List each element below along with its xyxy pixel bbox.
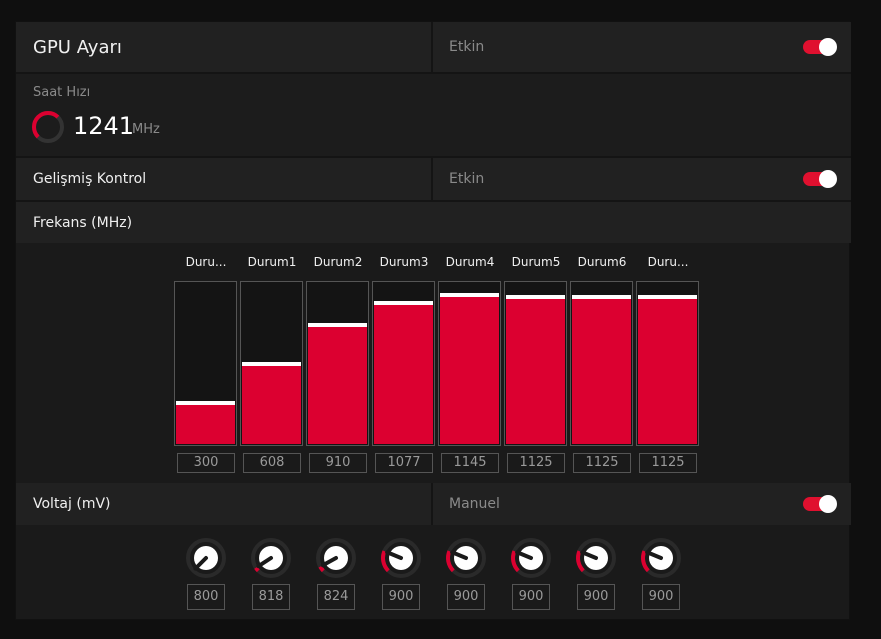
frequency-state-label: Durum1 xyxy=(247,255,297,269)
frequency-state-label: Durum4 xyxy=(445,255,495,269)
toggle-knob xyxy=(819,495,837,513)
clock-gauge-icon xyxy=(32,111,64,143)
gpu-tuning-title: GPU Ayarı xyxy=(33,36,122,58)
frequency-state-fill xyxy=(440,297,499,444)
frequency-state-label: Durum5 xyxy=(511,255,561,269)
frequency-state-label: Durum3 xyxy=(379,255,429,269)
frequency-state-slider[interactable] xyxy=(504,281,567,446)
voltage-value-input[interactable]: 824 xyxy=(317,584,355,610)
voltage-knobs: 800 818 824 900 900 900 900 900 xyxy=(16,525,851,621)
frequency-state-slider[interactable] xyxy=(240,281,303,446)
voltage-value-input[interactable]: 900 xyxy=(642,584,680,610)
frequency-title: Frekans (MHz) xyxy=(33,214,133,231)
frequency-state-fill xyxy=(374,305,433,444)
clock-speed-unit: MHz xyxy=(132,122,160,137)
frequency-state-handle[interactable] xyxy=(308,323,367,327)
frequency-state-value-input[interactable]: 1125 xyxy=(573,453,631,473)
gpu-tuning-status: Etkin xyxy=(449,39,485,55)
frequency-state-value-input[interactable]: 300 xyxy=(177,453,235,473)
frequency-state-slider[interactable] xyxy=(636,281,699,446)
voltage-dial-icon[interactable] xyxy=(510,537,552,579)
frequency-state-value-input[interactable]: 1145 xyxy=(441,453,499,473)
frequency-states: Duru... 300 Durum1 608 Durum2 910 Durum3 1077 Du… xyxy=(16,243,851,483)
toggle-knob xyxy=(819,170,837,188)
frequency-state-fill xyxy=(572,299,631,444)
voltage-header-row: Voltaj (mV) Manuel xyxy=(16,483,851,525)
frequency-state-value-input[interactable]: 1077 xyxy=(375,453,433,473)
voltage-mode: Manuel xyxy=(449,496,500,512)
voltage-value-input[interactable]: 818 xyxy=(252,584,290,610)
voltage-value-input[interactable]: 800 xyxy=(187,584,225,610)
frequency-state-value-input[interactable]: 608 xyxy=(243,453,301,473)
frequency-state-slider[interactable] xyxy=(372,281,435,446)
frequency-state-handle[interactable] xyxy=(506,295,565,299)
voltage-dial-icon[interactable] xyxy=(185,537,227,579)
frequency-state-slider[interactable] xyxy=(438,281,501,446)
voltage-value-input[interactable]: 900 xyxy=(382,584,420,610)
voltage-value-input[interactable]: 900 xyxy=(512,584,550,610)
frequency-header-row: Frekans (MHz) xyxy=(16,202,851,243)
frequency-state-label: Duru... xyxy=(185,255,227,269)
frequency-state-handle[interactable] xyxy=(374,301,433,305)
clock-speed-label: Saat Hızı xyxy=(33,85,91,100)
frequency-state-label: Durum2 xyxy=(313,255,363,269)
toggle-knob xyxy=(819,38,837,56)
frequency-state-value-input[interactable]: 1125 xyxy=(639,453,697,473)
frequency-state-fill xyxy=(308,327,367,444)
frequency-state-handle[interactable] xyxy=(572,295,631,299)
frequency-state-handle[interactable] xyxy=(242,362,301,366)
voltage-dial-icon[interactable] xyxy=(380,537,422,579)
frequency-state-handle[interactable] xyxy=(440,293,499,297)
voltage-manual-toggle[interactable] xyxy=(803,495,837,513)
gpu-settings-panel: GPU Ayarı Etkin Saat Hızı 1241 MHz Geliş… xyxy=(15,21,851,621)
voltage-dial-icon[interactable] xyxy=(315,537,357,579)
frequency-state-fill xyxy=(242,366,301,444)
advanced-control-title: Gelişmiş Kontrol xyxy=(33,171,147,187)
frequency-state-label: Duru... xyxy=(647,255,689,269)
clock-speed-row: Saat Hızı 1241 MHz xyxy=(16,74,851,156)
frequency-state-slider[interactable] xyxy=(306,281,369,446)
voltage-title: Voltaj (mV) xyxy=(33,496,111,512)
advanced-control-toggle[interactable] xyxy=(803,170,837,188)
frequency-state-value-input[interactable]: 1125 xyxy=(507,453,565,473)
voltage-value-input[interactable]: 900 xyxy=(577,584,615,610)
frequency-state-label: Durum6 xyxy=(577,255,627,269)
voltage-value-input[interactable]: 900 xyxy=(447,584,485,610)
frequency-state-fill xyxy=(176,405,235,444)
clock-speed-value: 1241 xyxy=(73,112,135,140)
frequency-state-slider[interactable] xyxy=(570,281,633,446)
frequency-state-fill xyxy=(506,299,565,444)
frequency-state-value-input[interactable]: 910 xyxy=(309,453,367,473)
voltage-dial-icon[interactable] xyxy=(575,537,617,579)
gpu-tuning-row: GPU Ayarı Etkin xyxy=(16,22,851,72)
voltage-dial-icon[interactable] xyxy=(640,537,682,579)
advanced-control-status: Etkin xyxy=(449,171,485,187)
advanced-control-row: Gelişmiş Kontrol Etkin xyxy=(16,158,851,200)
frequency-state-fill xyxy=(638,299,697,444)
voltage-dial-icon[interactable] xyxy=(250,537,292,579)
voltage-dial-icon[interactable] xyxy=(445,537,487,579)
frequency-state-handle[interactable] xyxy=(638,295,697,299)
frequency-state-handle[interactable] xyxy=(176,401,235,405)
frequency-state-slider[interactable] xyxy=(174,281,237,446)
gpu-tuning-toggle[interactable] xyxy=(803,38,837,56)
